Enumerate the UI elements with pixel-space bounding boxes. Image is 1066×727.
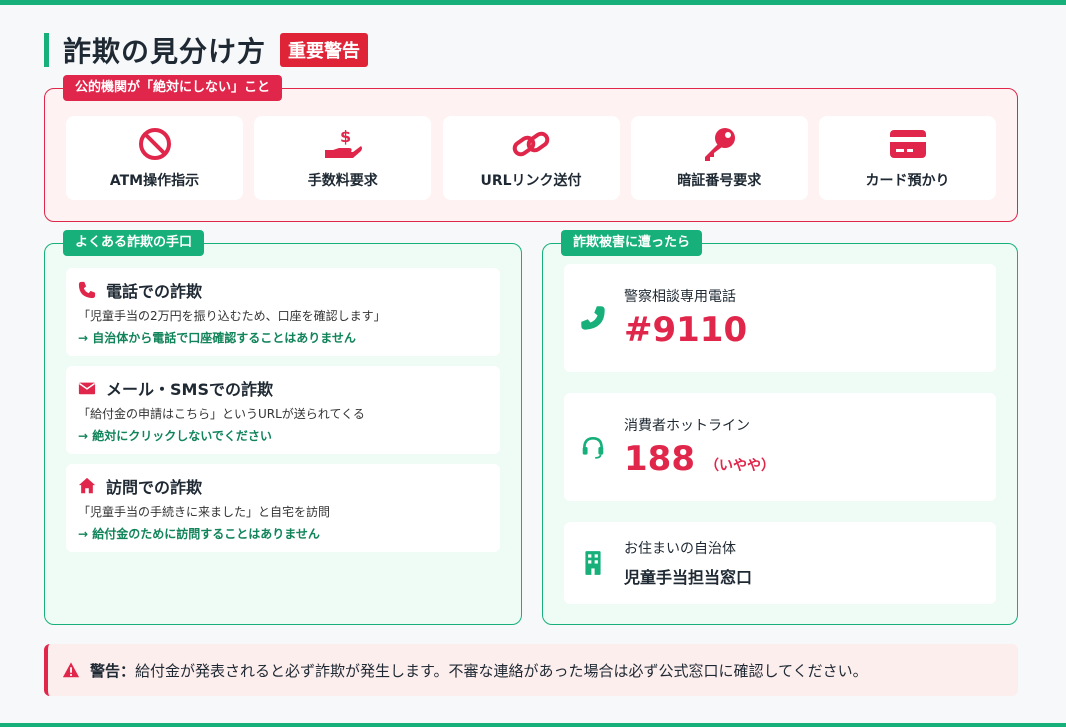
local-office-card: お住まいの自治体 児童手当担当窓口 bbox=[564, 522, 996, 604]
credit-card-icon bbox=[889, 130, 926, 158]
never-item-label: URLリンク送付 bbox=[480, 173, 582, 189]
tactic-visit: 訪問での詐欺 「児童手当の手続きに来ました」と自宅を訪問 → 給付金のために訪問… bbox=[66, 464, 500, 552]
police-hotline-number: #9110 bbox=[624, 310, 748, 350]
bottom-accent-bar bbox=[0, 723, 1066, 727]
tactic-email-sms: メール・SMSでの詐欺 「給付金の申請はこちら」というURLが送られてくる → … bbox=[66, 366, 500, 454]
consumer-hotline-card: 消費者ホットライン 188 （いやや） bbox=[564, 393, 996, 501]
help-panel-label: 詐欺被害に遭ったら bbox=[561, 230, 703, 256]
headset-icon bbox=[582, 437, 604, 459]
police-hotline-card: 警察相談専用電話 #9110 bbox=[564, 264, 996, 372]
tactic-note: → 給付金のために訪問することはありません bbox=[78, 527, 320, 541]
never-item-label: 暗証番号要求 bbox=[677, 173, 762, 189]
top-accent-bar bbox=[0, 0, 1066, 5]
tactic-desc: 「給付金の申請はこちら」というURLが送られてくる bbox=[78, 407, 365, 421]
never-item-url: URLリンク送付 bbox=[442, 116, 620, 200]
never-item-card: カード預かり bbox=[819, 116, 996, 200]
envelope-icon bbox=[78, 382, 96, 395]
consumer-hotline-label: 消費者ホットライン bbox=[624, 418, 750, 434]
warning-label: 警告： bbox=[90, 661, 136, 680]
never-item-label: ATM操作指示 bbox=[109, 173, 200, 189]
common-tactics-panel: よくある詐欺の手口 電話での詐欺 「児童手当の2万円を振り込むため、口座を確認し… bbox=[44, 230, 522, 625]
phone-icon bbox=[78, 281, 96, 299]
warning-text: 給付金が発表されると必ず詐欺が発生します。不審な連絡があった場合は必ず公式窓口に… bbox=[135, 661, 868, 680]
building-icon bbox=[585, 551, 601, 575]
consumer-hotline-number: 188 bbox=[624, 439, 695, 479]
warning-icon bbox=[62, 662, 80, 678]
never-do-panel-label: 公的機関が「絶対にしない」こと bbox=[63, 75, 283, 101]
consumer-hotline-mnemonic: （いやや） bbox=[704, 458, 775, 474]
house-icon bbox=[78, 477, 96, 494]
never-item-fee: $ 手数料要求 bbox=[254, 116, 432, 200]
tactic-title: 訪問での詐欺 bbox=[106, 478, 203, 497]
local-office-label: お住まいの自治体 bbox=[624, 541, 736, 557]
link-icon bbox=[512, 131, 550, 157]
tactic-desc: 「児童手当の2万円を振り込むため、口座を確認します」 bbox=[78, 309, 386, 323]
tactic-desc: 「児童手当の手続きに来ました」と自宅を訪問 bbox=[78, 505, 331, 519]
page-header: 詐欺の見分け方 重要警告 bbox=[44, 32, 369, 68]
if-victim-panel: 詐欺被害に遭ったら 警察相談専用電話 #9110 消費者ホットライン 188 （ bbox=[542, 230, 1018, 625]
prohibited-icon bbox=[138, 128, 171, 160]
never-item-pin: 暗証番号要求 bbox=[630, 116, 808, 200]
tactics-panel-label: よくある詐欺の手口 bbox=[63, 230, 205, 256]
tactic-title: 電話での詐欺 bbox=[106, 282, 203, 301]
never-do-panel: 公的機関が「絶対にしない」こと ATM操作指示 $ 手数料要求 URLリンク送付 bbox=[44, 75, 1018, 222]
warning-badge: 重要警告 bbox=[280, 33, 369, 67]
warning-bar: 警告： 給付金が発表されると必ず詐欺が発生します。不審な連絡があった場合は必ず公… bbox=[44, 644, 1018, 696]
hand-money-icon: $ bbox=[324, 127, 362, 158]
tactic-title: メール・SMSでの詐欺 bbox=[106, 380, 273, 399]
tactic-phone: 電話での詐欺 「児童手当の2万円を振り込むため、口座を確認します」 → 自治体か… bbox=[66, 268, 500, 356]
title-accent-bar bbox=[44, 33, 49, 67]
local-office-name: 児童手当担当窓口 bbox=[624, 568, 753, 587]
svg-text:$: $ bbox=[340, 127, 351, 146]
never-item-atm: ATM操作指示 bbox=[66, 116, 243, 200]
tactic-note: → 絶対にクリックしないでください bbox=[78, 429, 272, 443]
key-icon bbox=[705, 128, 736, 161]
police-hotline-label: 警察相談専用電話 bbox=[624, 289, 736, 305]
never-item-label: 手数料要求 bbox=[307, 173, 378, 189]
never-item-label: カード預かり bbox=[865, 173, 950, 189]
tactic-note: → 自治体から電話で口座確認することはありません bbox=[78, 331, 356, 345]
phone-icon bbox=[581, 306, 605, 330]
page-title: 詐欺の見分け方 bbox=[63, 35, 267, 68]
